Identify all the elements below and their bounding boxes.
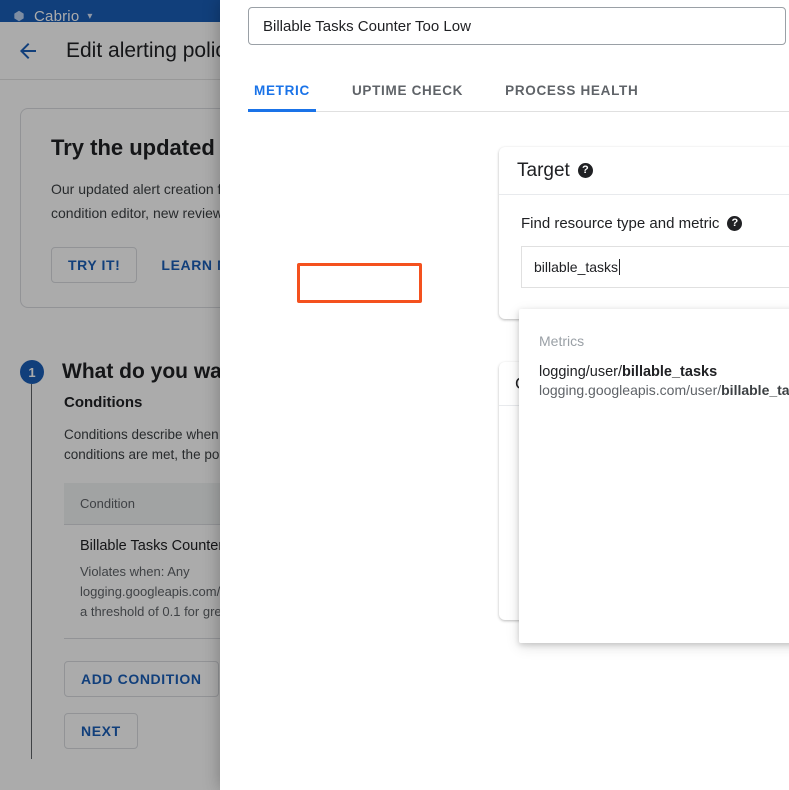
tab-spacer-2: [469, 70, 499, 111]
help-icon[interactable]: ?: [727, 216, 743, 231]
condition-type-tabs: METRIC UPTIME CHECK PROCESS HEALTH: [248, 70, 789, 112]
condition-name-input[interactable]: Billable Tasks Counter Too Low: [248, 7, 786, 45]
find-resource-label: Find resource type and metric ?: [521, 215, 789, 232]
tab-process-health[interactable]: PROCESS HEALTH: [499, 70, 644, 111]
dropdown-item-full-prefix: logging.googleapis.com/user/: [539, 382, 722, 398]
dropdown-item-secondary: logging.googleapis.com/user/billable_tas…: [539, 382, 789, 398]
dropdown-item-name-prefix: logging/user/: [539, 364, 623, 380]
tab-spacer-1: [316, 70, 346, 111]
annotation-highlight-box: [297, 263, 422, 303]
target-card-body: Find resource type and metric ? billable…: [499, 195, 789, 288]
dropdown-section-label: Metrics: [539, 333, 585, 349]
find-resource-label-text: Find resource type and metric: [521, 215, 720, 232]
screen: Cabrio ▾ Edit alerting policy Try the up…: [0, 0, 789, 790]
metric-autocomplete-dropdown: Metrics logging/user/billable_tasks gce_…: [519, 309, 789, 643]
help-icon[interactable]: ?: [577, 163, 593, 178]
dropdown-item-name-match: billable_tasks: [622, 364, 718, 380]
text-cursor: [619, 259, 621, 275]
metric-search-value: billable_tasks: [534, 259, 619, 275]
tab-metric[interactable]: METRIC: [248, 70, 316, 112]
condition-editor-dialog: Billable Tasks Counter Too Low METRIC UP…: [220, 0, 789, 790]
tab-uptime-check[interactable]: UPTIME CHECK: [346, 70, 469, 111]
list-item[interactable]: logging/user/billable_tasks gce_instance…: [519, 349, 789, 408]
dropdown-item-name: logging/user/billable_tasks: [539, 364, 717, 380]
target-card-header: Target ? < > Query Editor: [499, 147, 789, 195]
dropdown-item-primary: logging/user/billable_tasks gce_instance…: [539, 363, 789, 380]
metric-search-input[interactable]: billable_tasks: [521, 246, 789, 288]
target-card: Target ? < > Query Editor Find resource …: [499, 147, 789, 319]
dropdown-item-full-match: billable_tasks: [721, 382, 789, 398]
target-card-title: Target: [517, 159, 570, 181]
